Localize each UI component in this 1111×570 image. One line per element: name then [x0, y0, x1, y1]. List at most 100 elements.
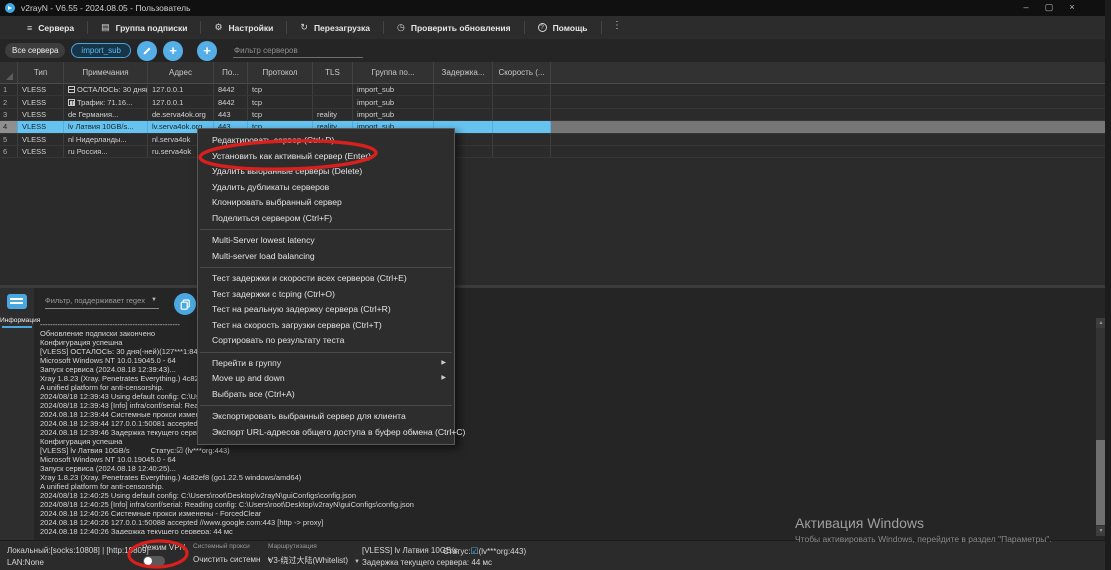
context-menu-item-test-tcping[interactable]: Тест задержки с tcping (Ctrl+O): [198, 287, 454, 303]
submenu-arrow-icon: ▶: [441, 356, 446, 372]
maximize-button[interactable]: ▢: [1042, 0, 1056, 16]
update-check-icon: ◷: [397, 22, 405, 33]
current-delay-info: Задержка текущего сервера: 44 мс: [362, 558, 492, 567]
server-row[interactable]: 2VLESSТрафик: 71.16...127.0.0.18442tcpim…: [0, 96, 1105, 108]
menu-settings[interactable]: ⚙Настройки: [201, 16, 286, 39]
menu-servers[interactable]: ≡Сервера: [14, 16, 87, 39]
context-menu-item-select-all[interactable]: Выбрать все (Ctrl+A): [198, 387, 454, 403]
context-menu-item-sort-by-test[interactable]: Сортировать по результату теста: [198, 333, 454, 349]
v2rayn-app-icon: [5, 3, 15, 13]
context-menu-item-multi-load-balancing[interactable]: Multi-server load balancing: [198, 249, 454, 265]
server-row[interactable]: 4VLESSlv Латвия 10GB/s...lv.serva4ok.org…: [0, 121, 1105, 133]
context-menu-item-edit-server[interactable]: Редактировать сервер (Ctrl+D): [198, 133, 454, 149]
row-filler: [551, 84, 1105, 95]
context-menu-item-move-to-group[interactable]: Перейти в группу▶: [198, 356, 454, 372]
cell-tls: [313, 96, 353, 107]
context-menu-item-test-speed[interactable]: Тест на скорость загрузки сервера (Ctrl+…: [198, 318, 454, 334]
context-menu-item-test-real-delay[interactable]: Тест на реальную задержку сервера (Ctrl+…: [198, 302, 454, 318]
column-header[interactable]: Группа по...: [353, 62, 434, 83]
chevron-down-icon: ▼: [151, 297, 157, 303]
tab-active-indicator: [2, 326, 32, 328]
minimize-button[interactable]: –: [1019, 0, 1033, 16]
context-menu-item-set-active-server[interactable]: Установить как активный сервер (Enter): [198, 149, 454, 165]
log-line: Xray 1.8.23 (Xray. Penetrates Everything…: [40, 473, 1090, 482]
scrollbar-thumb[interactable]: [1096, 440, 1106, 525]
context-menu-item-share-server[interactable]: Поделиться сервером (Ctrl+F): [198, 211, 454, 227]
window-title: v2rayN - V6.55 - 2024.08.05 - Пользовате…: [21, 3, 191, 13]
scroll-up-icon[interactable]: ▲: [1096, 318, 1106, 328]
server-row[interactable]: 3VLESSde Германия...de.serva4ok.org443tc…: [0, 109, 1105, 121]
context-menu-item-export-urls[interactable]: Экспорт URL-адресов общего доступа в буф…: [198, 425, 454, 441]
cell-delay: [434, 84, 493, 95]
cell-num: 5: [0, 134, 18, 145]
context-menu-item-delete-duplicates[interactable]: Удалить дубликаты серверов: [198, 180, 454, 196]
scroll-down-icon[interactable]: ▼: [1096, 526, 1106, 536]
server-status: Статус:☑(lv***org:443): [443, 546, 526, 557]
cell-speed: [493, 146, 551, 157]
context-menu-item-export-for-client[interactable]: Экспортировать выбранный сервер для клие…: [198, 409, 454, 425]
column-header[interactable]: Задержка...: [434, 62, 493, 83]
traffic-icon: [68, 99, 75, 106]
cell-speed: [493, 96, 551, 107]
column-header[interactable]: Скорость (...: [493, 62, 551, 83]
log-line: Microsoft Windows NT 10.0.19045.0 - 64: [40, 455, 1090, 464]
system-proxy-dropdown[interactable]: Очистить системн▼: [193, 555, 272, 564]
copy-log-button[interactable]: [174, 293, 196, 315]
cell-addr: 127.0.0.1: [148, 84, 214, 95]
column-header[interactable]: Адрес: [148, 62, 214, 83]
server-row[interactable]: 1VLESSОСТАЛОСЬ: 30 дня(-...127.0.0.18442…: [0, 84, 1105, 96]
menu-separator: [200, 229, 452, 230]
server-row[interactable]: 5VLESSnl Нидерланды...nl.serva4ok: [0, 134, 1105, 146]
checkbox-checked-icon: ☑: [471, 546, 479, 556]
column-header[interactable]: Примечания: [64, 62, 148, 83]
routing-dropdown[interactable]: V3-绕过大陆(Whitelist)▼: [268, 555, 360, 566]
close-button[interactable]: ×: [1065, 0, 1079, 16]
log-sidebar: Информация: [0, 288, 34, 540]
sort-triangle-icon: [6, 73, 13, 80]
kebab-menu-icon[interactable]: ⋮: [612, 20, 622, 31]
log-line: 2024/08/18 12:40:25 Using default config…: [40, 491, 1090, 500]
menu-help[interactable]: ?Помощь: [525, 16, 601, 39]
plus-icon: +: [169, 44, 177, 57]
add-subscription-button[interactable]: +: [163, 41, 183, 61]
column-header[interactable]: Протокол: [248, 62, 313, 83]
context-menu-item-move-up-down[interactable]: Move up and down▶: [198, 371, 454, 387]
cell-speed: [493, 121, 551, 132]
edit-subscription-button[interactable]: [137, 41, 157, 61]
menu-subscription-group[interactable]: ▤Группа подписки: [88, 16, 200, 39]
cell-addr: 127.0.0.1: [148, 96, 214, 107]
cell-speed: [493, 134, 551, 145]
plus-icon: +: [203, 44, 211, 57]
context-menu-item-test-all[interactable]: Тест задержки и скорости всех серверов (…: [198, 271, 454, 287]
all-servers-tab[interactable]: Все сервера: [5, 43, 65, 58]
select-all-corner[interactable]: [0, 62, 18, 83]
gear-icon: ⚙: [214, 22, 222, 33]
column-header[interactable]: По...: [214, 62, 248, 83]
pencil-icon: [142, 46, 152, 56]
cell-addr: de.serva4ok.org: [148, 109, 214, 120]
subscription-group-tab[interactable]: import_sub: [71, 43, 131, 58]
column-header[interactable]: Тип: [18, 62, 64, 83]
tab-information[interactable]: Информация: [0, 317, 34, 324]
context-menu-item-delete-selected[interactable]: Удалить выбранные серверы (Delete): [198, 164, 454, 180]
header-filler: [551, 62, 1105, 83]
menu-separator: [200, 267, 452, 268]
row-filler: [551, 96, 1105, 107]
cell-type: VLESS: [18, 146, 64, 157]
cell-num: 1: [0, 84, 18, 95]
vpn-mode-toggle[interactable]: [143, 556, 165, 566]
add-server-button[interactable]: +: [197, 41, 217, 61]
column-header[interactable]: TLS: [313, 62, 353, 83]
context-menu-item-clone-server[interactable]: Клонировать выбранный сервер: [198, 195, 454, 211]
log-scrollbar[interactable]: ▲ ▼: [1096, 318, 1106, 536]
help-icon: ?: [538, 23, 547, 32]
cell-remark: lv Латвия 10GB/s...: [64, 121, 148, 132]
server-filter-input[interactable]: [233, 44, 363, 58]
context-menu-item-multi-lowest-latency[interactable]: Multi-Server lowest latency: [198, 233, 454, 249]
menu-label: Сервера: [38, 23, 74, 33]
cell-proto: tcp: [248, 109, 313, 120]
menu-check-updates[interactable]: ◷Проверить обновления: [384, 16, 524, 39]
log-filter-dropdown[interactable]: Фильтр, поддерживает regex ▼: [45, 296, 159, 309]
menu-reload[interactable]: ↻Перезагрузка: [287, 16, 383, 39]
server-row[interactable]: 6VLESSru Россия...ru.serva4ok: [0, 146, 1105, 158]
